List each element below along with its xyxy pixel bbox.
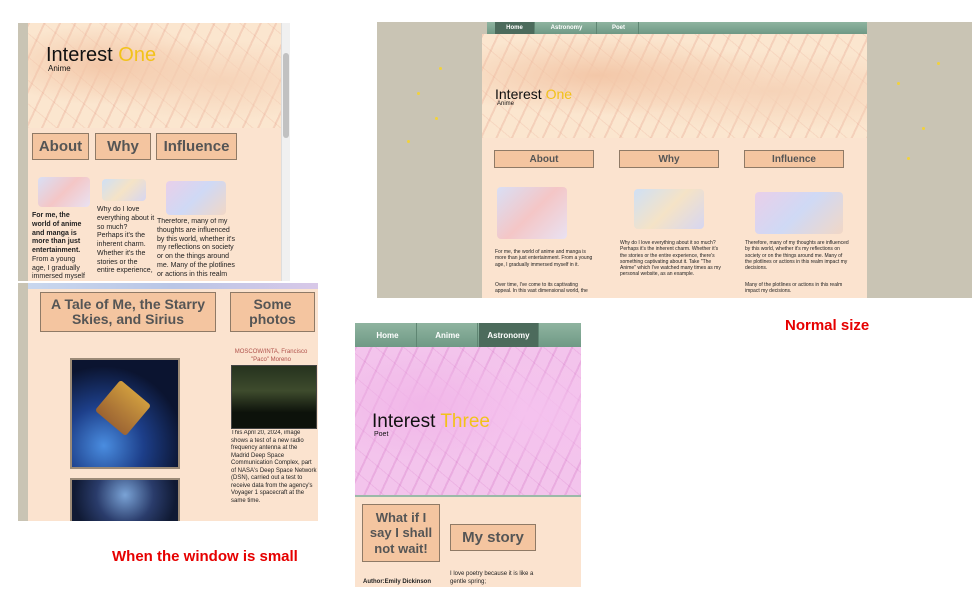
banner-image <box>28 23 282 128</box>
about-text: For me, the world of anime and manga is … <box>495 249 593 268</box>
normal-size-screenshot: Home Astronomy Poet Interest One Anime A… <box>377 22 972 298</box>
tab-influence[interactable]: Influence <box>156 133 237 160</box>
chibi-image-1 <box>38 177 90 207</box>
page-subtitle: Poet <box>374 431 389 438</box>
about-text-extra: Over time, I've come to its captivating … <box>495 282 588 295</box>
sparkle <box>435 117 438 120</box>
tab-why[interactable]: Why <box>619 150 719 168</box>
small-window-label: When the window is small <box>112 548 298 565</box>
sparkle <box>439 67 442 70</box>
scrollbar[interactable] <box>281 23 290 281</box>
sparkle <box>407 140 410 143</box>
page-subtitle: Anime <box>48 64 71 73</box>
influence-text: Therefore, many of my thoughts are influ… <box>745 240 849 271</box>
chibi-image-3 <box>755 192 843 234</box>
influence-text-extra: Many of the plotlines or actions in this… <box>745 282 843 295</box>
author-label: Author:Emily Dickinson <box>363 579 432 585</box>
sparkle <box>897 82 900 85</box>
left-gutter <box>18 23 28 281</box>
nav-astronomy[interactable]: Astronomy <box>479 323 539 347</box>
page-title: Interest Three <box>372 411 490 432</box>
nav-bar: Home Anime Astronomy <box>355 323 581 347</box>
tab-about[interactable]: About <box>32 133 89 160</box>
chibi-image-3 <box>166 181 226 215</box>
chibi-image-1 <box>497 187 567 239</box>
page-title: Interest One <box>495 86 573 102</box>
tab-influence[interactable]: Influence <box>744 150 844 168</box>
sparkle <box>937 62 940 65</box>
why-text: Why do I love everything about it so muc… <box>620 240 721 278</box>
small-window-screenshot-poet: Home Anime Astronomy Interest Three Poet… <box>355 323 581 587</box>
nav-home[interactable]: Home <box>359 323 417 347</box>
scrollbar-thumb[interactable] <box>283 53 289 138</box>
about-text: For me, the world of anime and manga is … <box>32 212 85 281</box>
nav-poet[interactable]: Poet <box>599 22 639 34</box>
top-stripe <box>28 283 318 289</box>
page-subtitle: Anime <box>497 101 515 107</box>
nebula-image <box>70 478 180 521</box>
nav-home[interactable]: Home <box>495 22 535 34</box>
small-window-screenshot-top: Interest One Anime About Why Influence F… <box>18 23 290 281</box>
photo-source: MOSCOW/INTA, Francisco "Paco" Moreno <box>234 349 308 363</box>
nav-bar: Home Astronomy Poet <box>487 22 867 34</box>
nav-astronomy[interactable]: Astronomy <box>537 22 597 34</box>
left-gutter <box>18 283 28 521</box>
tab-why[interactable]: Why <box>95 133 151 160</box>
photo-caption: This April 20, 2024, image shows a test … <box>231 430 317 504</box>
chibi-image-2 <box>634 189 704 229</box>
sparkle <box>417 92 420 95</box>
sparkle <box>907 157 910 160</box>
influence-text: Therefore, many of my thoughts are influ… <box>157 218 235 276</box>
small-window-screenshot-bottom: A Tale of Me, the Starry Skies, and Siri… <box>18 283 318 521</box>
why-text: Why do I love everything about it so muc… <box>97 206 155 275</box>
poem-heading[interactable]: What if I say I shall not wait! <box>362 504 440 562</box>
tab-about[interactable]: About <box>494 150 594 168</box>
chibi-image-2 <box>102 179 146 201</box>
nav-anime[interactable]: Anime <box>418 323 478 347</box>
normal-size-label: Normal size <box>785 317 870 334</box>
tab-my-story[interactable]: My story <box>450 524 536 551</box>
photos-heading[interactable]: Some photos <box>230 292 315 332</box>
sparkle <box>922 127 925 130</box>
story-text: I love poetry because it is like a gentl… <box>450 571 534 585</box>
tale-heading[interactable]: A Tale of Me, the Starry Skies, and Siri… <box>40 292 216 332</box>
antenna-photo <box>231 365 317 429</box>
